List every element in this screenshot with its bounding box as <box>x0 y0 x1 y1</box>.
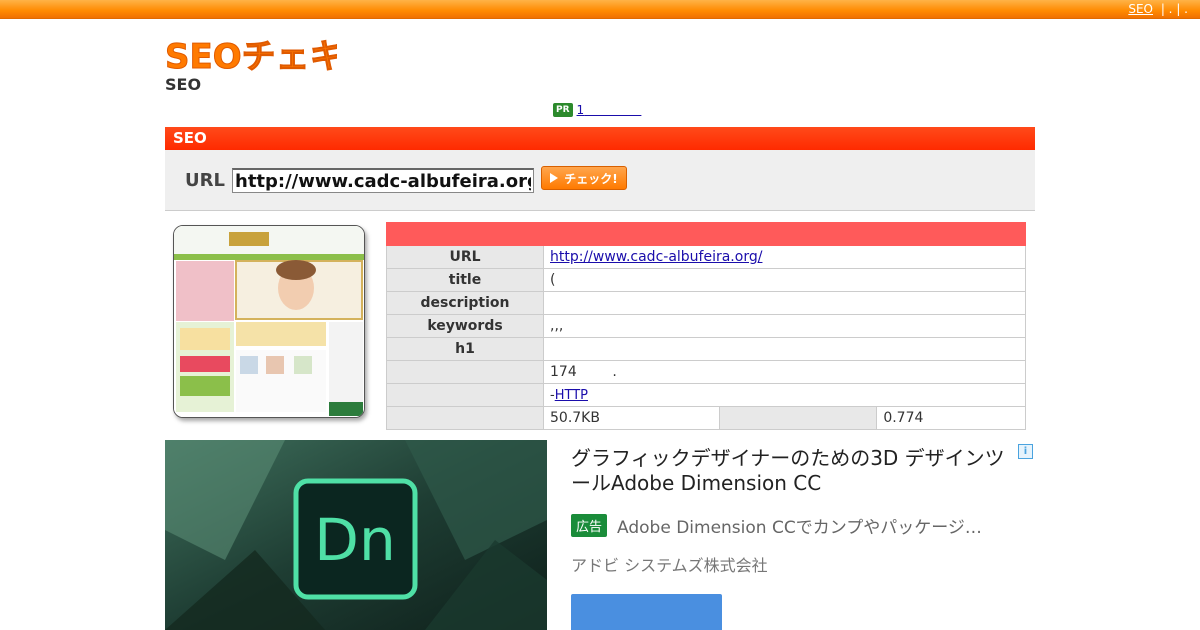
row-label-6 <box>386 383 544 407</box>
play-icon <box>550 173 559 183</box>
ad-cta-button[interactable] <box>571 594 722 630</box>
ad-banner[interactable]: Dn グラフィックデザイナーのための3D デザインツールAdobe Dimens… <box>165 440 1035 630</box>
table-row: h1 <box>386 337 1026 361</box>
table-row: -HTTP <box>386 383 1026 407</box>
row-value-5: 174 . <box>543 360 1026 384</box>
top-links: SEO | . | . <box>1128 2 1188 16</box>
seocheki-logo[interactable]: SEOチェキ! <box>165 34 337 77</box>
ad-image-logo-text: Dn <box>314 506 395 574</box>
row-value-title: ( <box>543 268 1026 292</box>
top-bar: SEO | . | . <box>0 0 1200 19</box>
table-row: URL http://www.cadc-albufeira.org/ <box>386 245 1026 269</box>
url-input[interactable] <box>232 168 534 193</box>
url-check-panel: URL チェック! <box>165 150 1035 211</box>
thumbnail-image <box>174 226 364 417</box>
row-value-description <box>543 291 1026 315</box>
row-label-5 <box>386 360 544 384</box>
table-row: 174 . <box>386 360 1026 384</box>
row-label-h1: h1 <box>386 337 544 361</box>
table-row: title ( <box>386 268 1026 292</box>
result-url-link[interactable]: http://www.cadc-albufeira.org/ <box>550 249 762 265</box>
row-value-7-extra: 0.774 <box>876 406 1026 430</box>
check-button[interactable]: チェック! <box>541 166 627 190</box>
ad-description: Adobe Dimension CCでカンプやパッケージ… <box>617 518 982 538</box>
ad-company: アドビ システムズ株式会社 <box>571 556 768 575</box>
top-separators: | . | . <box>1160 2 1188 16</box>
row-value-keywords: ,,, <box>543 314 1026 338</box>
row-label-keywords: keywords <box>386 314 544 338</box>
ad-tag-line: 広告 Adobe Dimension CCでカンプやパッケージ… <box>571 513 982 538</box>
info-icon[interactable]: i <box>1018 444 1033 459</box>
ad-title[interactable]: グラフィックデザイナーのための3D デザインツールAdobe Dimension… <box>571 446 1011 496</box>
pr-line: PR 1 <box>553 103 641 117</box>
check-button-label: チェック! <box>564 171 618 186</box>
row-label-description: description <box>386 291 544 315</box>
table-row: 50.7KB 0.774 <box>386 406 1026 430</box>
top-seo-link[interactable]: SEO <box>1128 2 1153 16</box>
row-value-6: -HTTP <box>543 383 1026 407</box>
row-value-size: 50.7KB <box>542 406 721 430</box>
row-value-h1 <box>543 337 1026 361</box>
pr-link[interactable]: 1 <box>577 103 642 117</box>
row-label-7-extra <box>719 406 878 430</box>
ad-image[interactable]: Dn <box>165 440 547 630</box>
row-label-url: URL <box>386 245 544 269</box>
ad-badge: 広告 <box>571 514 608 537</box>
pr-badge: PR <box>553 103 573 117</box>
logo-text: SEOチェキ! <box>165 37 337 76</box>
table-row: keywords ,,, <box>386 314 1026 338</box>
row-label-7 <box>386 406 544 430</box>
url-label: URL <box>185 170 225 191</box>
site-subtitle: SEO <box>165 75 202 94</box>
table-row: description <box>386 291 1026 315</box>
result-table-header <box>386 222 1026 246</box>
result-table: URL http://www.cadc-albufeira.org/ title… <box>386 222 1026 430</box>
row-label-title: title <box>386 268 544 292</box>
site-thumbnail <box>173 225 365 418</box>
http-link[interactable]: HTTP <box>555 388 588 403</box>
adobe-dimension-image: Dn <box>165 440 547 630</box>
seo-section-header: SEO <box>165 127 1035 150</box>
